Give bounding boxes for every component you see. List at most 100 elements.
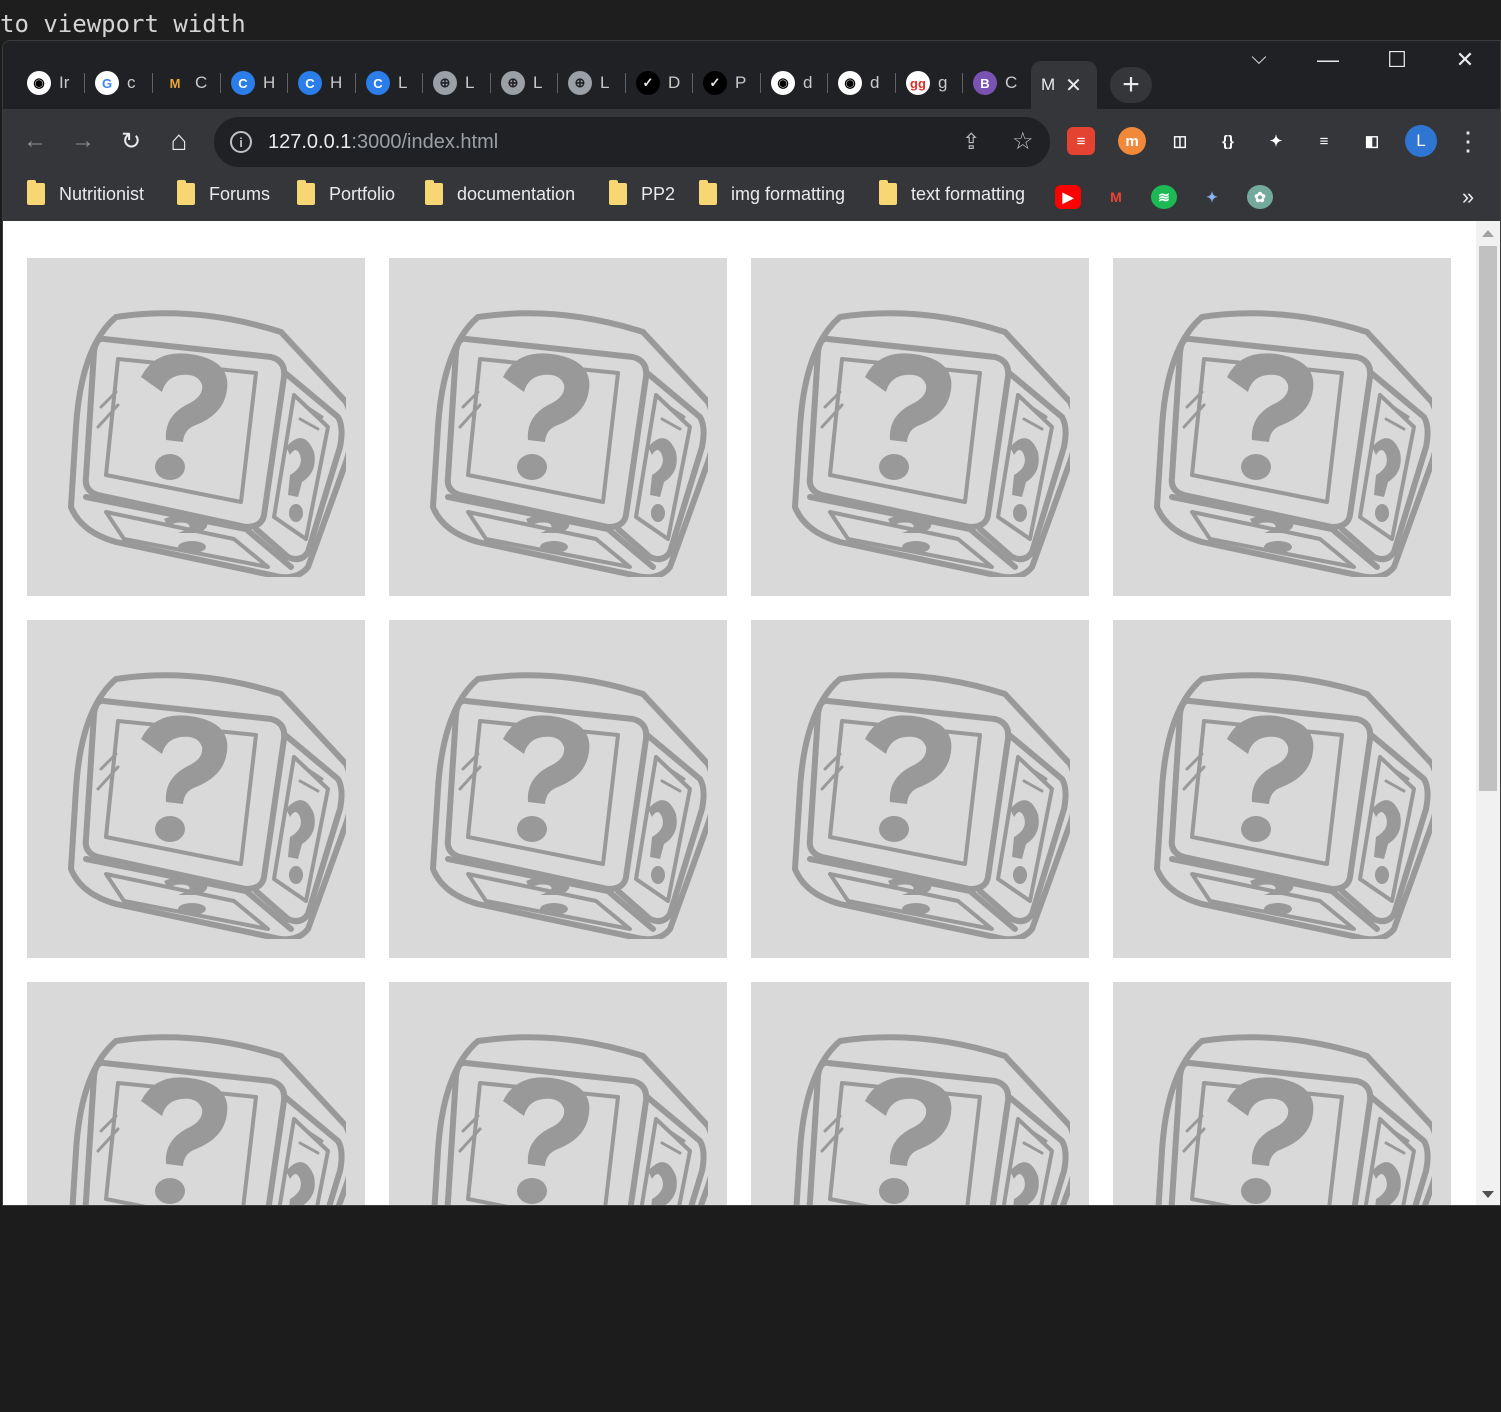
media-queue-icon[interactable]: ≡: [1310, 127, 1338, 155]
globe-icon: ⊕: [568, 71, 592, 95]
placeholder-image-card: [751, 258, 1089, 596]
home-button[interactable]: ⌂: [163, 125, 195, 157]
chevron-down-icon: ⌵: [1251, 47, 1267, 69]
mystery-box-icon: [1155, 1034, 1432, 1205]
bookmark-folder[interactable]: Nutritionist: [27, 180, 145, 205]
tab-separator: [84, 73, 85, 93]
folder-icon: [609, 180, 627, 205]
tab-title: g: [938, 73, 948, 92]
screen-capture-icon[interactable]: ◫: [1166, 127, 1194, 155]
browser-tab[interactable]: CH: [288, 63, 344, 103]
browser-tab[interactable]: ✓ P: [693, 63, 749, 103]
youtube-icon[interactable]: ▶: [1055, 185, 1081, 209]
browser-tab[interactable]: ◉ d: [828, 63, 884, 103]
placeholder-image-card: [389, 620, 727, 958]
bookmark-folder[interactable]: img formatting: [699, 180, 846, 205]
mystery-box-icon: [68, 672, 346, 939]
json-icon[interactable]: {}: [1214, 127, 1242, 155]
close-tab-icon[interactable]: ✕: [1065, 73, 1082, 98]
folder-icon: [425, 180, 443, 205]
placeholder-image-card: [389, 258, 727, 596]
spotify-icon[interactable]: ≋: [1151, 185, 1177, 209]
tab-title: c: [127, 73, 136, 92]
bookmark-label: img formatting: [731, 183, 846, 204]
tab-separator: [692, 73, 693, 93]
bookmark-star-icon[interactable]: ☆: [1012, 127, 1034, 156]
side-panel-icon[interactable]: ◧: [1358, 127, 1386, 155]
placeholder-image-card: [27, 620, 365, 958]
tab-separator: [422, 73, 423, 93]
url-host: 127.0.0.1: [268, 130, 352, 153]
browser-tab[interactable]: MC: [153, 63, 209, 103]
codeinstitute-icon: C: [231, 71, 255, 95]
gg-icon: gg: [906, 71, 930, 95]
bookmark-folder[interactable]: text formatting: [879, 180, 1025, 205]
browser-tab[interactable]: ⊕ L: [558, 63, 614, 103]
todoist-icon[interactable]: ≡: [1067, 127, 1095, 155]
url-text: 127.0.0.1:3000/index.html: [268, 131, 498, 154]
forward-button[interactable]: →: [67, 125, 99, 157]
github-icon: ◉: [838, 71, 862, 95]
folder-icon: [27, 180, 45, 205]
sparkle-icon[interactable]: ✦: [1199, 185, 1225, 209]
browser-tab[interactable]: CH: [221, 63, 277, 103]
plus-icon: +: [1122, 68, 1140, 101]
more-bookmarks-button[interactable]: »: [1452, 181, 1484, 213]
browser-tab[interactable]: ✓ D: [626, 63, 682, 103]
tab-title: d: [870, 73, 880, 92]
scroll-up-arrow[interactable]: [1482, 230, 1494, 237]
close-window-button[interactable]: ✕: [1445, 47, 1485, 73]
mystery-box-icon: [1154, 672, 1432, 939]
browser-tab[interactable]: ◉ d: [761, 63, 817, 103]
scroll-down-arrow[interactable]: [1482, 1191, 1494, 1198]
tab-title: H: [330, 73, 343, 92]
browser-tab[interactable]: BC: [963, 63, 1019, 103]
browser-tab[interactable]: CL: [356, 63, 412, 103]
gmail-icon[interactable]: M: [1103, 185, 1129, 209]
vertical-scrollbar[interactable]: [1476, 221, 1500, 1205]
share-icon[interactable]: ⇪: [962, 129, 980, 155]
chatgpt-icon[interactable]: ✿: [1247, 185, 1273, 209]
arrow-left-icon: ←: [23, 127, 47, 154]
browser-tab[interactable]: Gc: [85, 63, 141, 103]
browser-window: + ⌵ — ☐ ✕ ◉ Ir Gc M C C H C H C L ⊕ L ⊕ L ⊕ L ✓ D ✓ P ◉ d ◉ d gg g…: [2, 40, 1501, 1206]
placeholder-image-card: [1113, 620, 1451, 958]
tab-separator: [152, 73, 153, 93]
scrollbar-thumb[interactable]: [1479, 246, 1497, 791]
maximize-button[interactable]: ☐: [1377, 47, 1417, 73]
placeholder-image-card: [27, 258, 365, 596]
arrow-right-icon: →: [71, 127, 95, 154]
tab-separator: [760, 73, 761, 93]
puzzle-icon[interactable]: ✦: [1262, 127, 1290, 155]
bookmark-folder[interactable]: Portfolio: [297, 180, 395, 205]
minimize-button[interactable]: —: [1308, 47, 1348, 73]
editor-background-text: to viewport width: [0, 0, 1501, 42]
tab-search-button[interactable]: ⌵: [1239, 47, 1279, 70]
mystery-box-icon: [793, 1034, 1070, 1205]
bookmark-label: Nutritionist: [59, 183, 145, 204]
site-info-icon[interactable]: i: [230, 131, 252, 153]
chevron-double-right-icon: »: [1461, 184, 1475, 209]
browser-tab[interactable]: gg g: [896, 63, 952, 103]
back-button[interactable]: ←: [19, 125, 51, 157]
browser-tab[interactable]: ◉ Ir: [17, 63, 73, 103]
browser-tab[interactable]: ⊕ L: [491, 63, 547, 103]
bookmarks-bar: » Nutritionist Forums Portfolio documentati…: [3, 173, 1500, 221]
mystery-box-icon: [1154, 310, 1432, 577]
address-bar[interactable]: i 127.0.0.1:3000/index.html ⇪ ☆: [214, 117, 1050, 167]
tab-title: L: [398, 73, 408, 92]
bookmark-folder[interactable]: Forums: [177, 180, 270, 205]
bookmark-folder[interactable]: documentation: [425, 180, 575, 205]
reload-button[interactable]: ↻: [115, 125, 147, 157]
new-tab-button[interactable]: +: [1110, 67, 1152, 103]
active-tab[interactable]: M ✕: [1031, 61, 1097, 109]
profile-avatar[interactable]: L: [1405, 125, 1437, 157]
browser-tab[interactable]: ⊕ L: [423, 63, 479, 103]
browser-toolbar: ← → ↻ ⌂ i 127.0.0.1:3000/index.html ⇪ ☆ …: [3, 109, 1500, 173]
m-extension-icon[interactable]: m: [1118, 127, 1146, 155]
codeinstitute-icon: C: [298, 71, 322, 95]
chrome-menu-button[interactable]: ⋮: [1452, 125, 1484, 157]
bookmark-folder[interactable]: PP2: [609, 180, 675, 205]
tab-separator: [220, 73, 221, 93]
url-path: :3000/index.html: [351, 130, 499, 153]
